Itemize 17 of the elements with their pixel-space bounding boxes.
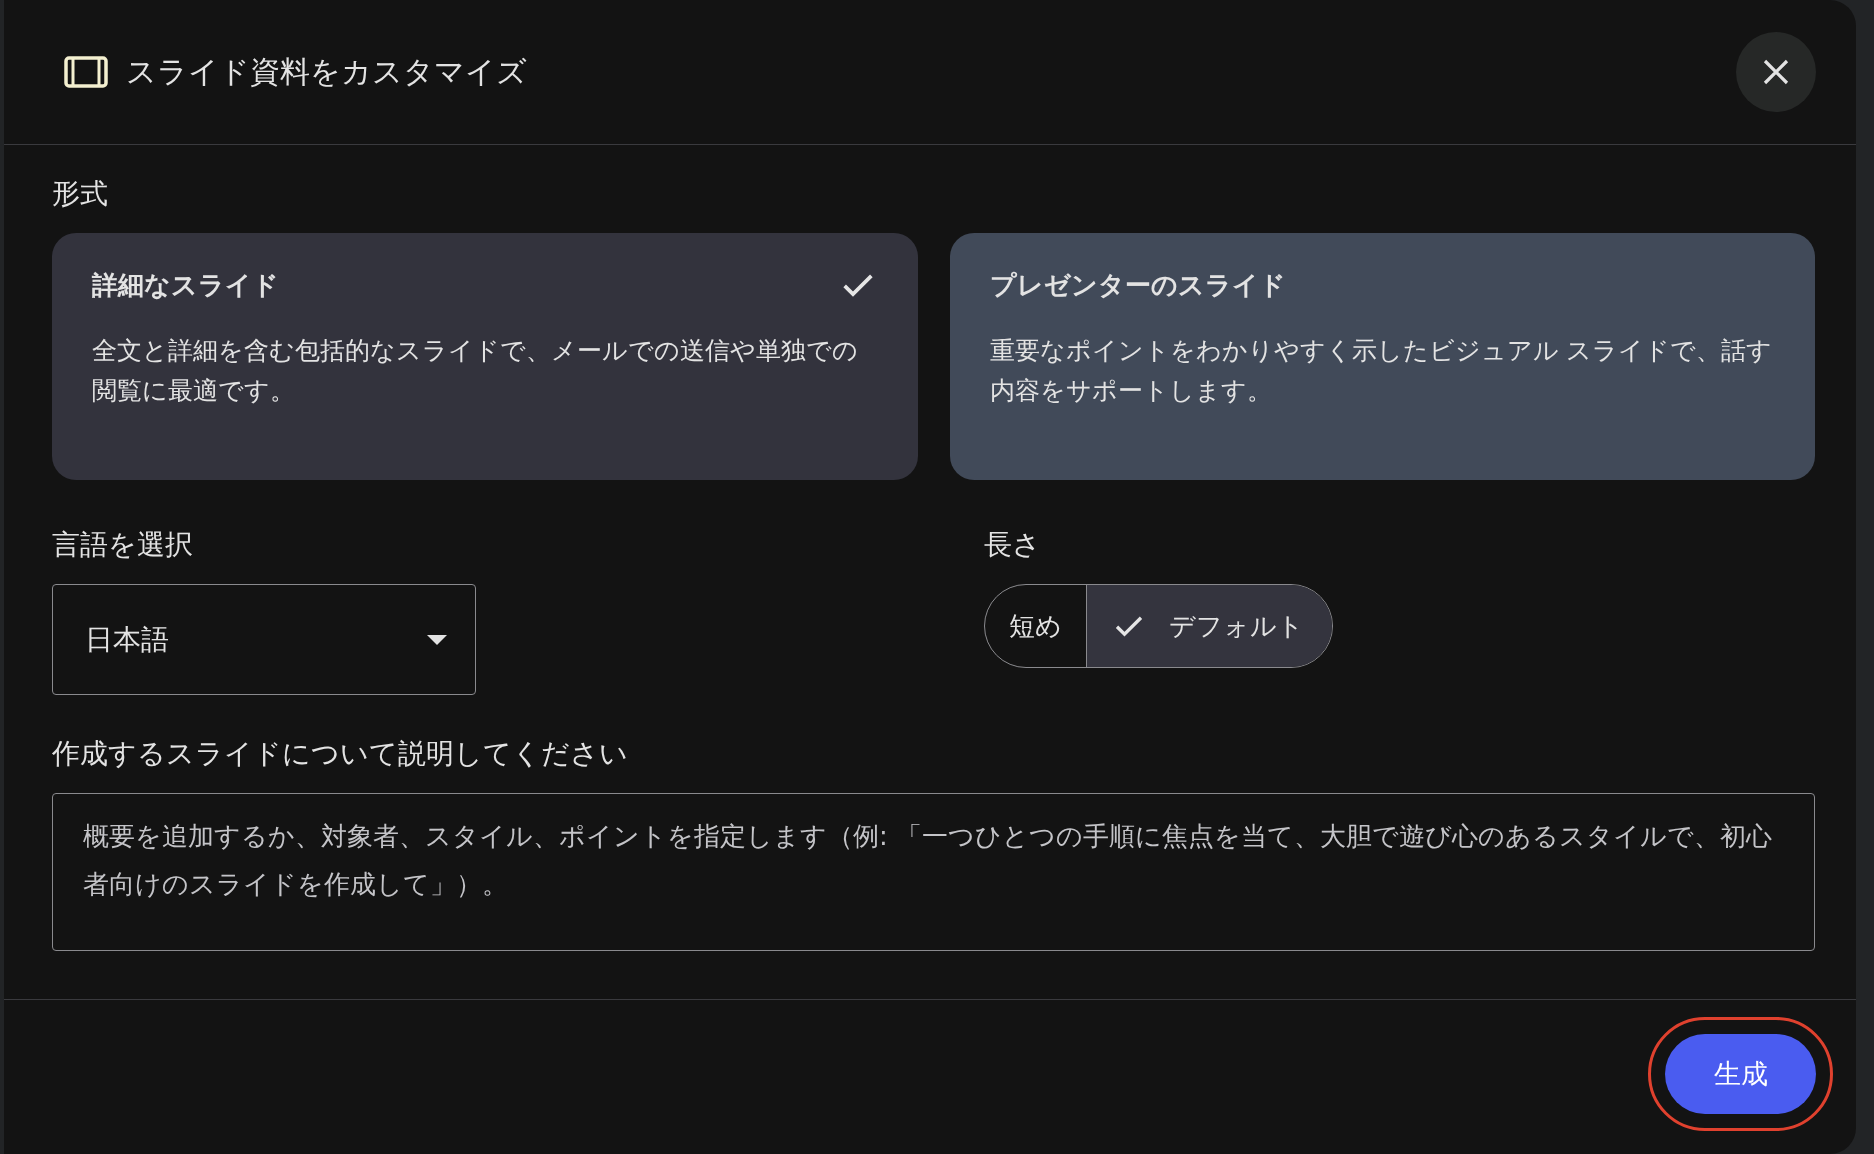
description-field[interactable]: 概要を追加するか、対象者、スタイル、ポイントを指定します（例: 「一つひとつの手順に焦点を当て、大胆で遊び心のあるスタイルで、初心者向けのスライドを作成して」）。	[52, 793, 1815, 951]
format-card[interactable]: プレゼンターのスライド 重要なポイントをわかりやすく示したビジュアル スライドで、話す内容をサポートします。	[949, 233, 1815, 480]
field-label: 言語を選択	[52, 527, 194, 563]
dropdown-icon	[427, 634, 447, 645]
length-option[interactable]: 短め	[985, 585, 1086, 667]
format-card[interactable]: 詳細なスライド 全文と詳細を含む包括的なスライドで、メールでの送信や単独での閲覧に最適です。	[52, 233, 918, 480]
language-select[interactable]: 日本語	[52, 584, 476, 695]
section-label: 形式	[52, 176, 109, 212]
card-title: 詳細なスライド	[92, 268, 279, 302]
dialog-title: スライド資料をカスタマイズ	[126, 52, 528, 91]
card-title: プレゼンターのスライド	[989, 268, 1286, 302]
card-description: 全文と詳細を含む包括的なスライドで、メールでの送信や単独での閲覧に最適です。	[92, 335, 859, 407]
field-label: 作成するスライドについて説明してください	[52, 736, 629, 772]
card-description: 重要なポイントをわかりやすく示したビジュアル スライドで、話す内容をサポートします。	[989, 335, 1774, 407]
length-option[interactable]: デフォルト	[1086, 585, 1332, 667]
slides-icon	[64, 56, 108, 88]
field-label: 長さ	[984, 527, 1042, 563]
